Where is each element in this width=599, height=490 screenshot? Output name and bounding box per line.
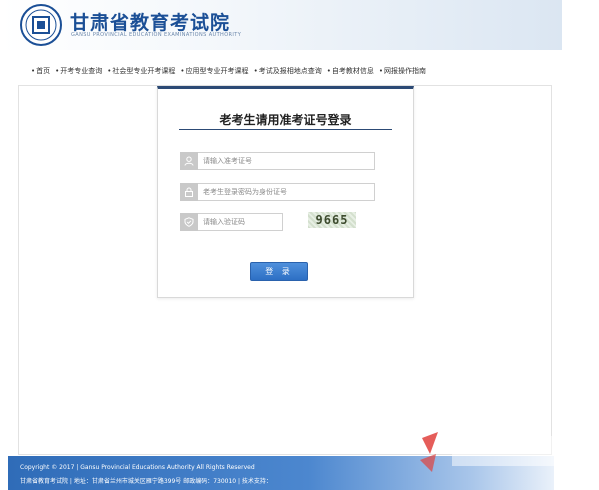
footer-copyright: Copyright © 2017 | Gansu Provincial Educ… <box>20 464 255 471</box>
captcha-image[interactable]: 9665 <box>308 212 356 228</box>
nav-home[interactable]: 首页 <box>31 66 50 76</box>
institution-logo-icon[interactable] <box>20 4 62 46</box>
nav-guide[interactable]: 网报操作指南 <box>379 66 426 76</box>
footer-address: 甘肃省教育考试院 | 地址：甘肃省兰州市城关区雁宁路399号 邮政编码：7300… <box>20 478 272 485</box>
nav-exam-location-query[interactable]: 考试及报相地点查询 <box>254 66 322 76</box>
site-subtitle: GANSU PROVINCIAL EDUCATION EXAMINATIONS … <box>71 32 242 38</box>
nav-textbook-info[interactable]: 自考教材信息 <box>327 66 374 76</box>
login-button[interactable]: 登 录 <box>250 262 308 281</box>
nav-major-query[interactable]: 开考专业查询 <box>55 66 102 76</box>
nav-social-courses[interactable]: 社会型专业开考课程 <box>107 66 175 76</box>
exam-id-input[interactable] <box>198 152 375 170</box>
captcha-input[interactable] <box>198 213 283 231</box>
site-title: 甘肃省教育考试院 <box>70 12 231 34</box>
password-field <box>180 183 375 201</box>
shield-check-icon <box>180 213 198 231</box>
nav-applied-courses[interactable]: 应用型专业开考课程 <box>180 66 249 76</box>
exam-id-field <box>180 152 375 170</box>
login-card: 老考生请用准考证号登录 9665 登 录 <box>157 86 414 298</box>
captcha-field <box>180 213 283 231</box>
user-icon <box>180 152 198 170</box>
lock-icon <box>180 183 198 201</box>
watermark-logo-icon <box>420 432 572 472</box>
site-header: 甘肃省教育考试院 GANSU PROVINCIAL EDUCATION EXAM… <box>0 0 562 50</box>
main-nav: 首页 开考专业查询 社会型专业开考课程 应用型专业开考课程 考试及报相地点查询 … <box>31 66 426 76</box>
password-input[interactable] <box>198 183 375 201</box>
title-divider <box>179 129 392 130</box>
login-title: 老考生请用准考证号登录 <box>219 113 352 127</box>
